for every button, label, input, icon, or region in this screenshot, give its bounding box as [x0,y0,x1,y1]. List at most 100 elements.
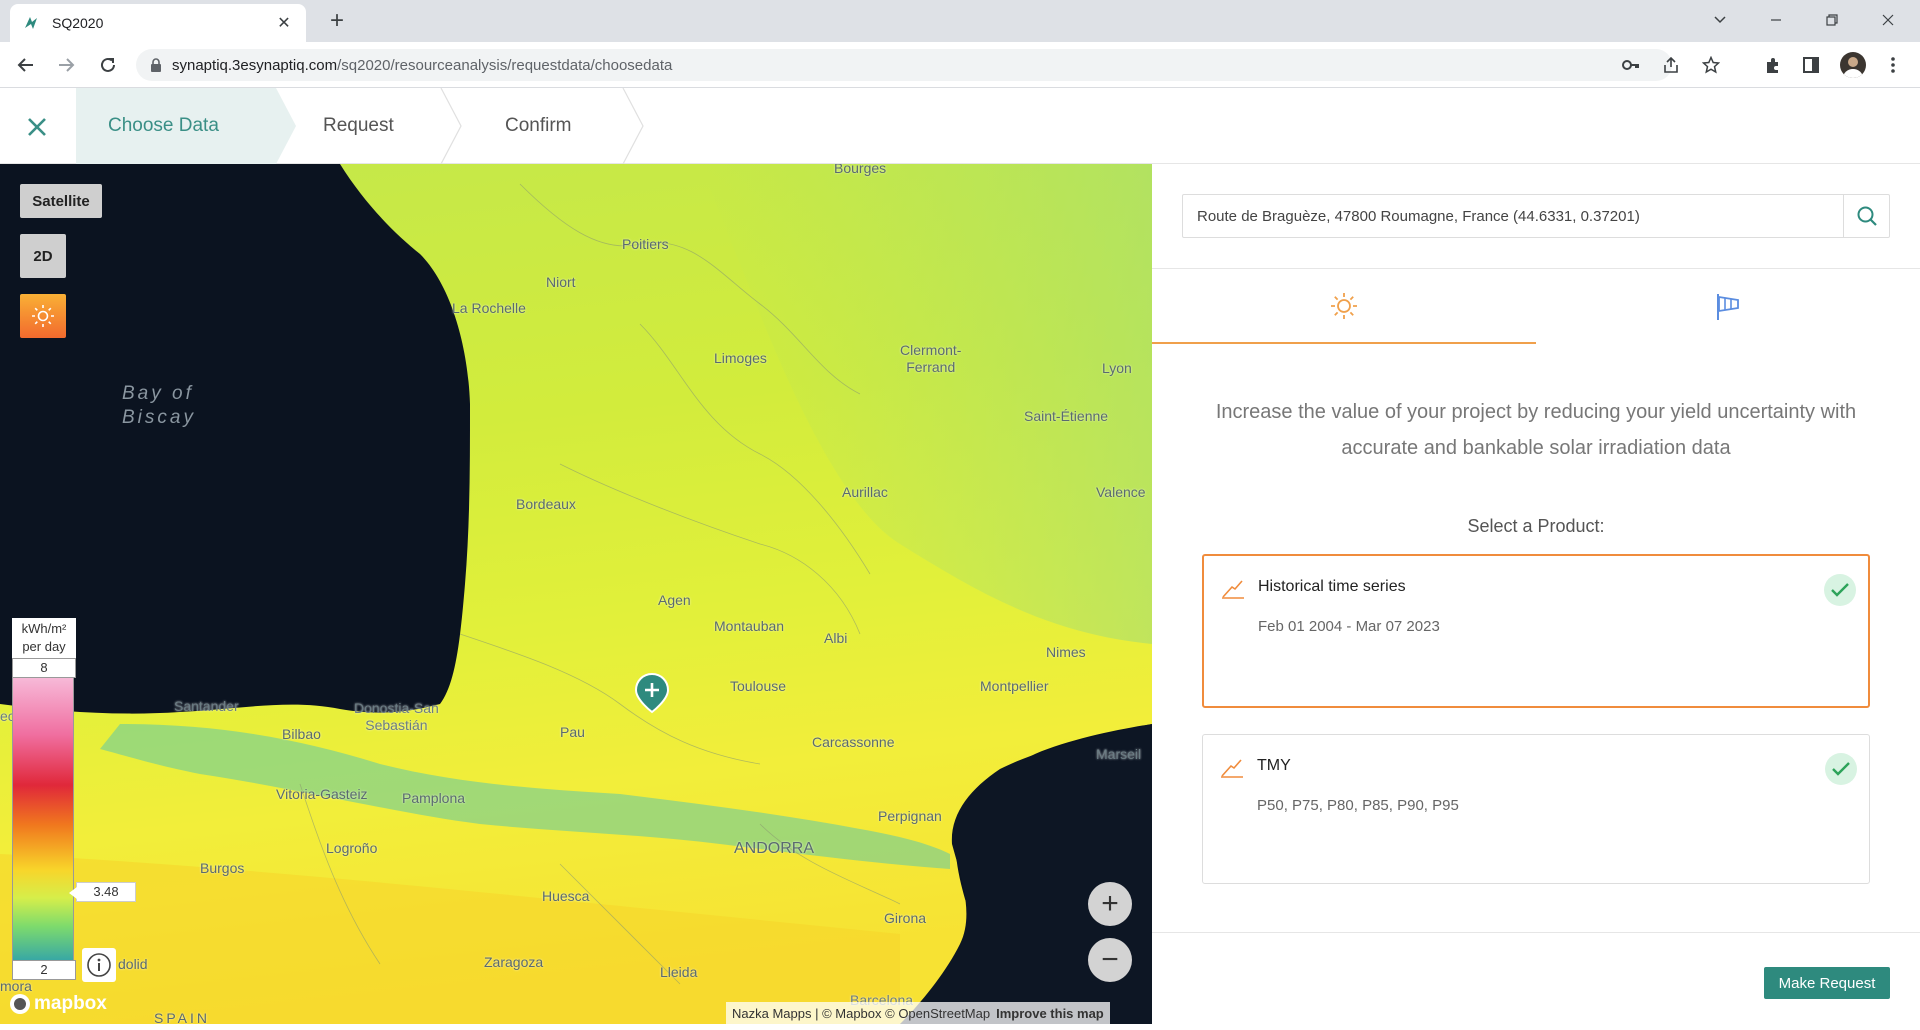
city-label: dolid [118,956,148,972]
city-label: Montauban [714,618,785,634]
tab-search-icon[interactable] [1700,6,1740,34]
city-label: Donostia-San Sebastián [354,700,439,733]
divider [1152,932,1920,933]
browser-tab[interactable]: SQ2020 ✕ [10,4,306,42]
product-title: Historical time series [1258,578,1406,595]
restore-icon[interactable] [1812,6,1852,34]
city-label: SPAIN [154,1010,210,1024]
attribution-text[interactable]: Nazka Mapps | © Mapbox © OpenStreetMap [732,1006,990,1021]
city-label: La Rochelle [452,300,526,316]
city-label: Clermont- Ferrand [900,342,962,375]
city-label: Valence [1096,484,1146,500]
city-label: Agen [658,592,691,608]
step-choose-data[interactable]: Choose Data [76,88,296,164]
city-label: Huesca [542,888,590,904]
city-label: Zaragoza [484,954,544,970]
product-card-historical[interactable]: Historical time series Feb 01 2004 - Mar… [1202,554,1870,708]
intro-text: Increase the value of your project by re… [1215,401,1857,459]
city-label: Marseil [1096,746,1142,762]
city-label: ANDORRA [734,840,815,857]
site-favicon-icon [25,17,37,29]
irradiation-layer-button[interactable] [20,294,66,338]
step-label: Request [323,115,394,136]
extensions-icon[interactable] [1762,54,1784,76]
key-icon[interactable] [1620,55,1642,75]
zoom-in-button[interactable]: + [1088,882,1132,926]
legend-unit: kWh/m² per day [12,618,76,658]
city-label: Aurillac [842,484,888,500]
check-icon [1824,574,1856,606]
mapbox-icon [10,994,30,1014]
city-label: Perpignan [878,808,942,824]
city-label: Nimes [1046,644,1086,660]
zoom-out-button[interactable]: − [1088,938,1132,982]
step-separator [440,88,462,164]
tab-wind[interactable] [1536,270,1920,344]
minimize-icon[interactable] [1756,6,1796,34]
city-label: Lleida [660,964,698,980]
sun-icon [1331,293,1357,319]
location-search-input[interactable] [1183,195,1843,237]
bookmark-star-icon[interactable] [1700,55,1722,75]
window-close-icon[interactable] [1868,6,1908,34]
city-label: Niort [546,274,576,290]
tab-title: SQ2020 [52,15,104,31]
tab-close-icon[interactable]: ✕ [274,13,294,33]
location-marker-icon[interactable] [634,672,670,714]
new-tab-icon[interactable]: + [322,8,352,34]
profile-avatar[interactable] [1840,52,1866,78]
city-label: Albi [824,630,848,646]
tab-solar[interactable] [1152,270,1536,344]
search-icon[interactable] [1843,195,1889,237]
city-label: Bourges [834,164,887,176]
check-icon [1825,753,1857,785]
city-label: Lyon [1102,360,1132,376]
legend-min: 2 [12,960,76,980]
legend-current-value: 3.48 [69,882,136,902]
city-label: Carcassonne [812,734,895,750]
forward-icon[interactable] [52,51,80,79]
mapbox-logo[interactable]: mapbox [8,992,107,1016]
info-icon[interactable] [82,948,116,982]
2d-toggle-button[interactable]: 2D [20,234,66,278]
product-card-tmy[interactable]: TMY P50, P75, P80, P85, P90, P95 [1202,734,1870,884]
legend-max: 8 [12,658,76,678]
close-icon[interactable] [22,112,52,142]
improve-map-link[interactable]: Improve this map [996,1006,1104,1021]
city-label: Pamplona [402,790,466,806]
location-search [1182,194,1890,238]
select-product-label: Select a Product: [1467,516,1605,536]
city-label: Girona [884,910,927,926]
city-label: Limoges [714,350,767,366]
irradiation-legend: kWh/m² per day 8 2 [12,618,76,980]
city-label: Pau [560,724,585,740]
address-bar[interactable]: synaptiq.3esynaptiq.com/sq2020/resourcea… [136,49,1720,81]
share-icon[interactable] [1660,55,1682,75]
divider [1152,268,1920,269]
product-title: TMY [1257,757,1291,774]
city-label: Poitiers [622,236,669,252]
city-label: Saint-Étienne [1024,408,1109,424]
product-panel: Increase the value of your project by re… [1152,164,1920,1030]
step-request[interactable]: Request [323,88,394,164]
step-confirm[interactable]: Confirm [505,88,572,164]
back-icon[interactable] [12,51,40,79]
legend-color-bar [12,678,74,960]
wizard-stepper: Choose Data Request Confirm [0,88,1920,164]
url-host: synaptiq.3esynaptiq.com [172,56,338,74]
url-path: /sq2020/resourceanalysis/requestdata/cho… [337,56,673,74]
step-separator [622,88,644,164]
make-request-button[interactable]: Make Request [1764,967,1890,999]
sun-icon [32,305,54,327]
map-attribution: Nazka Mapps | © Mapbox © OpenStreetMap I… [726,1002,1110,1024]
reload-icon[interactable] [94,51,122,79]
chart-line-icon [1221,759,1243,778]
side-panel-icon[interactable] [1800,54,1822,76]
browser-menu-icon[interactable] [1882,54,1904,76]
city-label: Toulouse [730,678,787,694]
satellite-toggle-button[interactable]: Satellite [20,184,102,218]
url-text: synaptiq.3esynaptiq.com/sq2020/resourcea… [172,57,672,74]
city-label: Burgos [200,860,245,876]
city-label: Bordeaux [516,496,576,512]
map-view[interactable]: Bay of Biscay Bourges Poitiers Niort La … [0,164,1152,1024]
